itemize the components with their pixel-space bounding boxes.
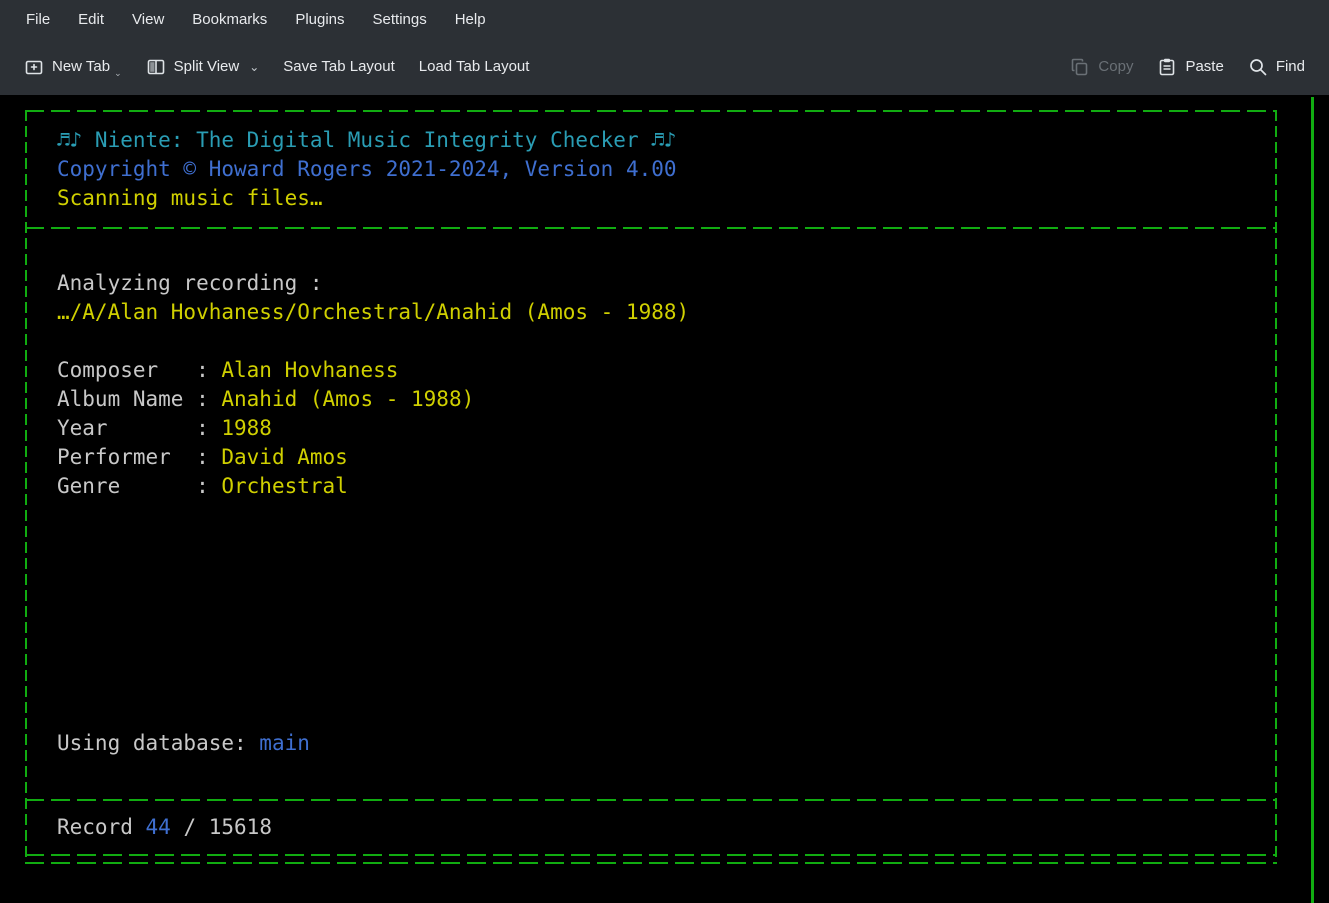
field-row-year: Year : 1988 [57, 414, 1245, 443]
field-value: 1988 [221, 416, 272, 440]
menu-item-view[interactable]: View [118, 2, 178, 37]
terminal-screen[interactable]: ♬♪ Niente: The Digital Music Integrity C… [0, 95, 1329, 903]
save-tab-layout-button[interactable]: Save Tab Layout [273, 50, 404, 83]
split-view-button[interactable]: Split View ⌄ [136, 49, 270, 85]
database-line: Using database: main [57, 729, 1245, 758]
field-value: David Amos [221, 445, 347, 469]
split-view-label: Split View [174, 58, 240, 75]
menu-item-file[interactable]: File [12, 2, 64, 37]
menu-item-settings[interactable]: Settings [359, 2, 441, 37]
split-view-dropdown-caret-icon: ⌄ [249, 60, 259, 74]
field-label: Composer : [57, 358, 221, 382]
menu-item-plugins[interactable]: Plugins [281, 2, 358, 37]
search-icon [1248, 57, 1268, 77]
terminal-scrollbar[interactable] [1311, 97, 1314, 903]
main-panel: Analyzing recording : …/A/Alan Hovhaness… [25, 229, 1277, 799]
field-row-genre: Genre : Orchestral [57, 472, 1245, 501]
find-button[interactable]: Find [1238, 49, 1315, 85]
new-tab-dropdown-caret-icon: ⌄ [114, 68, 122, 79]
menu-bar: File Edit View Bookmarks Plugins Setting… [0, 0, 1329, 38]
field-label: Genre : [57, 474, 221, 498]
record-label: Record [57, 815, 146, 839]
field-label: Performer : [57, 445, 221, 469]
tui-border-bottom [25, 862, 1277, 864]
paste-icon [1157, 57, 1177, 77]
header-panel: ♬♪ Niente: The Digital Music Integrity C… [25, 112, 1277, 227]
field-value: Alan Hovhaness [221, 358, 398, 382]
copyright-line: Copyright © Howard Rogers 2021-2024, Ver… [57, 155, 1245, 184]
tui-border-right [1275, 110, 1277, 864]
load-tab-layout-button[interactable]: Load Tab Layout [409, 50, 540, 83]
split-view-icon [146, 57, 166, 77]
paste-label: Paste [1185, 58, 1223, 75]
database-label: Using database: [57, 731, 259, 755]
database-value: main [259, 731, 310, 755]
menu-item-bookmarks[interactable]: Bookmarks [178, 2, 281, 37]
copy-button[interactable]: Copy [1060, 49, 1143, 85]
field-value: Anahid (Amos - 1988) [221, 387, 474, 411]
tui-border-left [25, 110, 27, 864]
menu-item-help[interactable]: Help [441, 2, 500, 37]
field-row-composer: Composer : Alan Hovhaness [57, 356, 1245, 385]
analyzing-label: Analyzing recording : [57, 269, 1245, 298]
footer-panel: Record 44 / 15618 [25, 801, 1277, 854]
load-tab-layout-label: Load Tab Layout [419, 58, 530, 75]
toolbar: New Tab ⌄ Split View ⌄ Save Tab Layout L… [0, 38, 1329, 95]
field-label: Album Name : [57, 387, 221, 411]
app-title: ♬♪ Niente: The Digital Music Integrity C… [57, 126, 1245, 155]
new-tab-icon [24, 57, 44, 77]
paste-button[interactable]: Paste [1147, 49, 1233, 85]
field-label: Year : [57, 416, 221, 440]
record-current: 44 [146, 815, 171, 839]
blank-line [57, 327, 1245, 356]
save-tab-layout-label: Save Tab Layout [283, 58, 394, 75]
record-counter: Record 44 / 15618 [57, 813, 1245, 842]
new-tab-button[interactable]: New Tab ⌄ [14, 49, 132, 85]
niente-tui: ♬♪ Niente: The Digital Music Integrity C… [25, 110, 1277, 864]
record-total: / 15618 [171, 815, 272, 839]
status-line: Scanning music files… [57, 184, 1245, 213]
copy-icon [1070, 57, 1090, 77]
new-tab-label: New Tab [52, 58, 110, 75]
field-value: Orchestral [221, 474, 347, 498]
field-row-performer: Performer : David Amos [57, 443, 1245, 472]
menu-item-edit[interactable]: Edit [64, 2, 118, 37]
find-label: Find [1276, 58, 1305, 75]
recording-path: …/A/Alan Hovhaness/Orchestral/Anahid (Am… [57, 298, 1245, 327]
copy-label: Copy [1098, 58, 1133, 75]
field-row-album-name: Album Name : Anahid (Amos - 1988) [57, 385, 1245, 414]
